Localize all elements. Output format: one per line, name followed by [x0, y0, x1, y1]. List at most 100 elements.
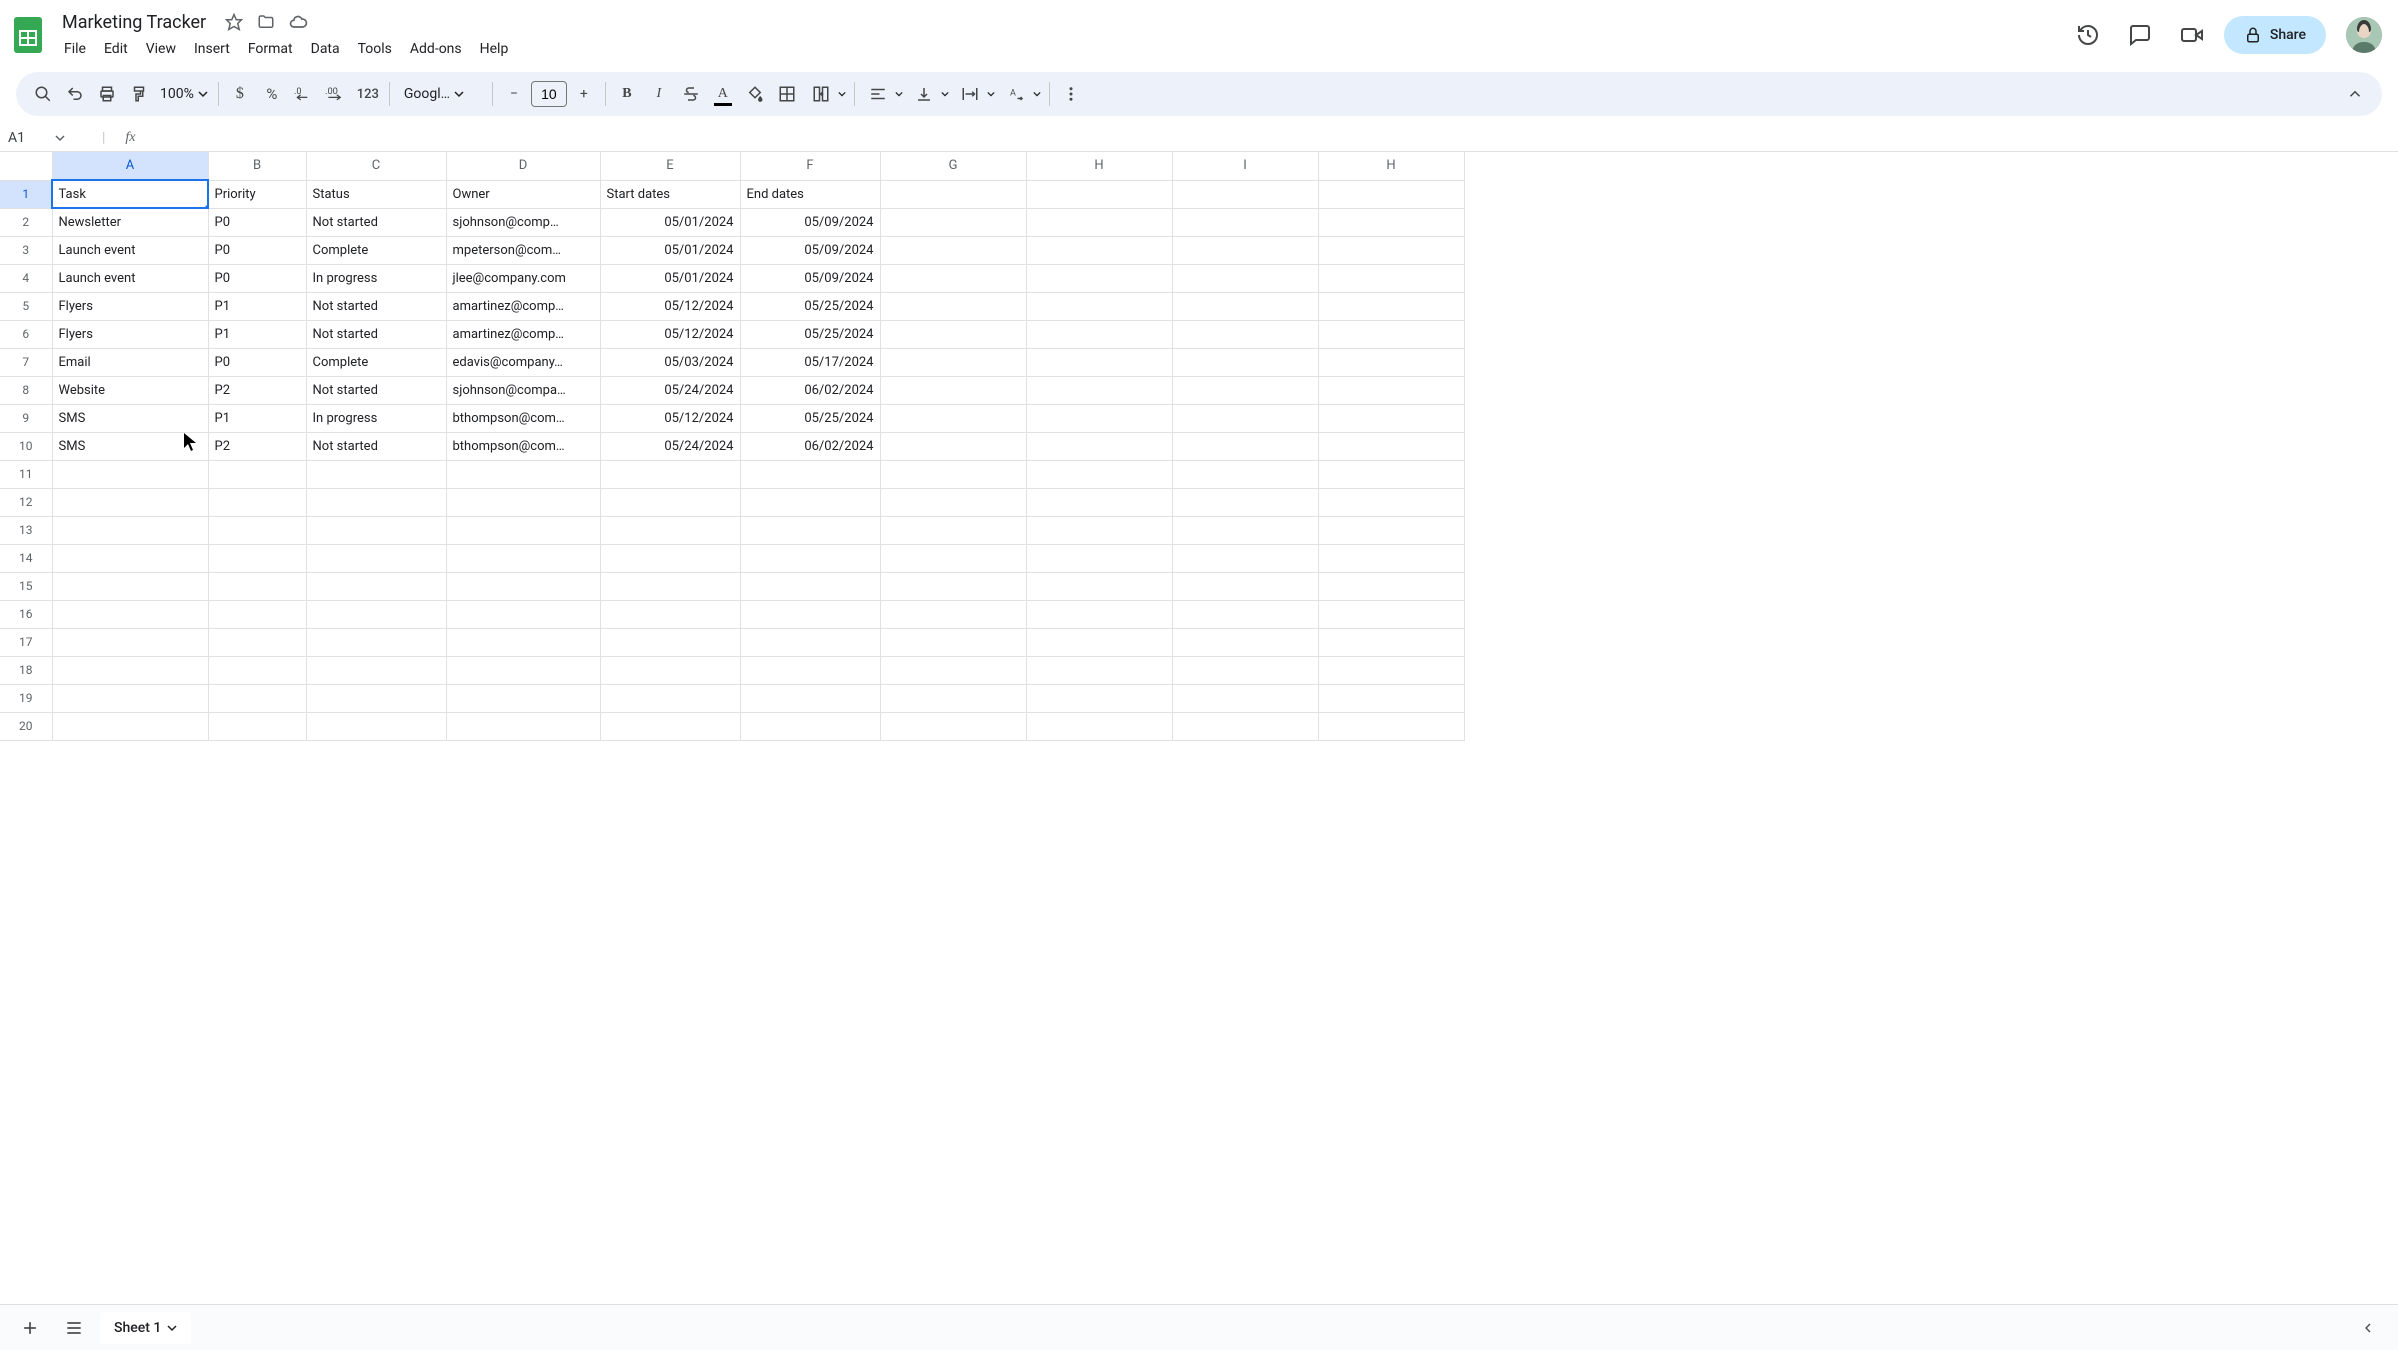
cell-B17[interactable]: [208, 628, 306, 656]
print-icon[interactable]: [92, 79, 122, 109]
cell-F2[interactable]: 05/09/2024: [740, 208, 880, 236]
cell-C15[interactable]: [306, 572, 446, 600]
cell-C17[interactable]: [306, 628, 446, 656]
comments-icon[interactable]: [2120, 15, 2160, 55]
cell-F5[interactable]: 05/25/2024: [740, 292, 880, 320]
row-header-3[interactable]: 3: [0, 236, 52, 264]
cell-I19[interactable]: [1172, 684, 1318, 712]
cell-C16[interactable]: [306, 600, 446, 628]
explore-button[interactable]: [2350, 1310, 2386, 1346]
meet-icon[interactable]: [2172, 15, 2212, 55]
share-button[interactable]: Share: [2224, 16, 2326, 54]
menu-insert[interactable]: Insert: [186, 37, 238, 61]
cell-E12[interactable]: [600, 488, 740, 516]
collapse-toolbar-icon[interactable]: [2340, 79, 2370, 109]
cell-B7[interactable]: P0: [208, 348, 306, 376]
cell-C4[interactable]: In progress: [306, 264, 446, 292]
cell-F4[interactable]: 05/09/2024: [740, 264, 880, 292]
cell-G15[interactable]: [880, 572, 1026, 600]
cell-H11[interactable]: [1318, 460, 1464, 488]
cell-I6[interactable]: [1172, 320, 1318, 348]
row-header-12[interactable]: 12: [0, 488, 52, 516]
cell-D12[interactable]: [446, 488, 600, 516]
strikethrough-icon[interactable]: [676, 79, 706, 109]
cell-I12[interactable]: [1172, 488, 1318, 516]
cell-C10[interactable]: Not started: [306, 432, 446, 460]
merge-cells-button[interactable]: [804, 79, 848, 109]
cell-F9[interactable]: 05/25/2024: [740, 404, 880, 432]
cell-G6[interactable]: [880, 320, 1026, 348]
cell-G8[interactable]: [880, 376, 1026, 404]
cell-H4[interactable]: [1318, 264, 1464, 292]
row-header-7[interactable]: 7: [0, 348, 52, 376]
cell-F3[interactable]: 05/09/2024: [740, 236, 880, 264]
cell-A14[interactable]: [52, 544, 208, 572]
cell-A18[interactable]: [52, 656, 208, 684]
cell-H10[interactable]: [1026, 432, 1172, 460]
cell-H2[interactable]: [1026, 208, 1172, 236]
menu-view[interactable]: View: [138, 37, 184, 61]
cell-I17[interactable]: [1172, 628, 1318, 656]
cell-D8[interactable]: sjohnson@compa…: [446, 376, 600, 404]
cell-E8[interactable]: 05/24/2024: [600, 376, 740, 404]
cell-B3[interactable]: P0: [208, 236, 306, 264]
row-header-14[interactable]: 14: [0, 544, 52, 572]
cell-B9[interactable]: P1: [208, 404, 306, 432]
cell-D2[interactable]: sjohnson@comp…: [446, 208, 600, 236]
cell-H14[interactable]: [1026, 544, 1172, 572]
cell-A9[interactable]: SMS: [52, 404, 208, 432]
cell-D18[interactable]: [446, 656, 600, 684]
cell-H9[interactable]: [1318, 404, 1464, 432]
cell-C11[interactable]: [306, 460, 446, 488]
cell-D11[interactable]: [446, 460, 600, 488]
row-header-18[interactable]: 18: [0, 656, 52, 684]
cell-A13[interactable]: [52, 516, 208, 544]
cell-A10[interactable]: SMS: [52, 432, 208, 460]
row-header-4[interactable]: 4: [0, 264, 52, 292]
cell-D4[interactable]: jlee@company.com: [446, 264, 600, 292]
cell-G7[interactable]: [880, 348, 1026, 376]
cell-H1[interactable]: [1026, 180, 1172, 208]
italic-icon[interactable]: I: [644, 79, 674, 109]
row-header-17[interactable]: 17: [0, 628, 52, 656]
cell-H5[interactable]: [1026, 292, 1172, 320]
cell-H4[interactable]: [1026, 264, 1172, 292]
menu-tools[interactable]: Tools: [350, 37, 400, 61]
cell-A2[interactable]: Newsletter: [52, 208, 208, 236]
column-header-F[interactable]: F: [740, 152, 880, 180]
cell-C7[interactable]: Complete: [306, 348, 446, 376]
bold-icon[interactable]: B: [612, 79, 642, 109]
currency-icon[interactable]: $: [225, 79, 255, 109]
vertical-align-button[interactable]: [907, 79, 951, 109]
cell-H3[interactable]: [1026, 236, 1172, 264]
cell-F13[interactable]: [740, 516, 880, 544]
cell-A16[interactable]: [52, 600, 208, 628]
cell-C14[interactable]: [306, 544, 446, 572]
cell-G9[interactable]: [880, 404, 1026, 432]
cell-H8[interactable]: [1026, 376, 1172, 404]
cell-I20[interactable]: [1172, 712, 1318, 740]
cell-D5[interactable]: amartinez@comp…: [446, 292, 600, 320]
cell-I11[interactable]: [1172, 460, 1318, 488]
cell-G18[interactable]: [880, 656, 1026, 684]
cell-I18[interactable]: [1172, 656, 1318, 684]
cell-H16[interactable]: [1026, 600, 1172, 628]
row-header-10[interactable]: 10: [0, 432, 52, 460]
cell-H17[interactable]: [1318, 628, 1464, 656]
cell-I5[interactable]: [1172, 292, 1318, 320]
cell-D10[interactable]: bthompson@com…: [446, 432, 600, 460]
cell-H10[interactable]: [1318, 432, 1464, 460]
column-header-I[interactable]: I: [1172, 152, 1318, 180]
move-folder-icon[interactable]: [256, 12, 276, 32]
cell-C2[interactable]: Not started: [306, 208, 446, 236]
cell-F1[interactable]: End dates: [740, 180, 880, 208]
horizontal-align-button[interactable]: [861, 79, 905, 109]
column-header-D[interactable]: D: [446, 152, 600, 180]
cell-B2[interactable]: P0: [208, 208, 306, 236]
cell-I10[interactable]: [1172, 432, 1318, 460]
search-menus-icon[interactable]: [28, 79, 58, 109]
cell-E13[interactable]: [600, 516, 740, 544]
cell-G4[interactable]: [880, 264, 1026, 292]
cell-E19[interactable]: [600, 684, 740, 712]
cell-D14[interactable]: [446, 544, 600, 572]
